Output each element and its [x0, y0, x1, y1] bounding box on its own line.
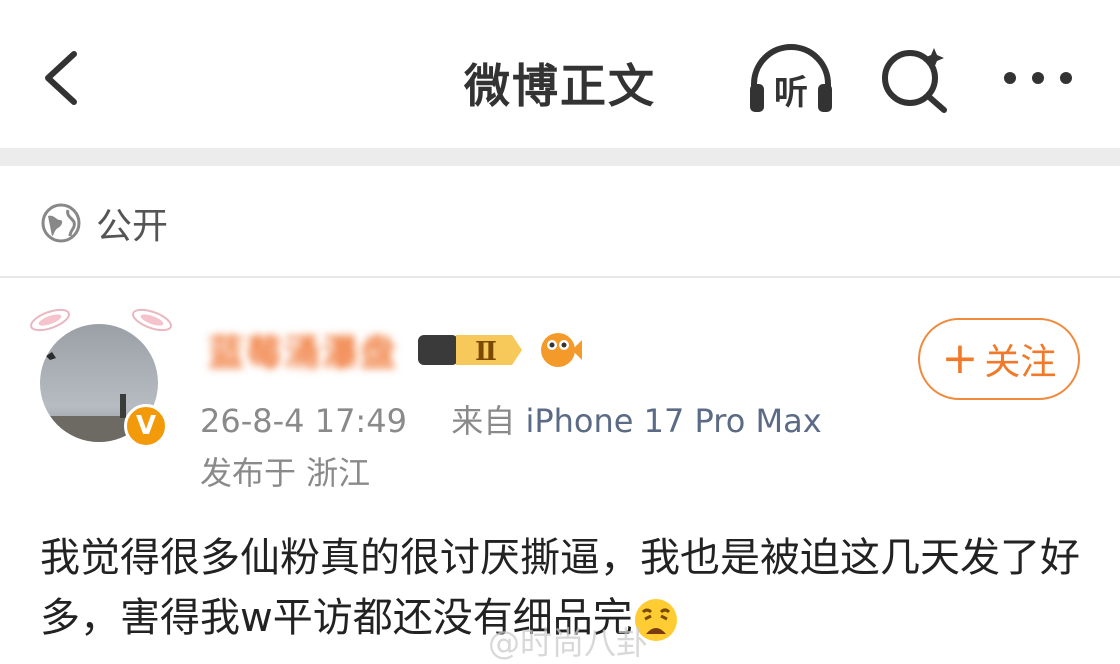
divider — [0, 276, 1120, 278]
more-icon — [1004, 72, 1072, 84]
listen-button[interactable]: 听 — [748, 44, 834, 114]
headphones-icon: 听 — [750, 44, 832, 113]
top-bar: 微博正文 听 — [0, 0, 1120, 148]
section-gap — [0, 148, 1120, 166]
listen-label: 听 — [774, 73, 808, 113]
author-name[interactable]: 蓝莓涌瀑盘 — [208, 324, 398, 376]
search-button[interactable] — [878, 44, 950, 114]
more-button[interactable] — [1000, 60, 1076, 96]
avatar[interactable]: V — [28, 302, 178, 452]
post-meta: 26-8-4 17:49 来自 iPhone 17 Pro Max — [200, 396, 822, 442]
follow-button[interactable]: + 关注 — [918, 318, 1080, 400]
page-title: 微博正文 — [464, 59, 656, 113]
visibility-label: 公开 — [96, 206, 169, 247]
verified-badge: V — [124, 404, 168, 448]
follow-label: 关注 — [984, 342, 1057, 383]
search-icon — [882, 48, 947, 113]
post-source[interactable]: iPhone 17 Pro Max — [525, 402, 821, 440]
visibility-indicator: 公开 — [40, 198, 168, 248]
plus-icon: + — [941, 333, 979, 384]
globe-icon — [41, 203, 81, 243]
author-row: 蓝莓涌瀑盘 Ⅱ — [208, 324, 583, 376]
level-badge-icon: Ⅱ — [418, 335, 523, 367]
post-time: 26-8-4 17:49 — [200, 402, 407, 440]
source-prefix: 来自 — [451, 402, 516, 440]
level-number: Ⅱ — [475, 337, 497, 367]
watermark: @时尚八卦 — [488, 624, 649, 662]
post-location: 发布于 浙江 — [200, 454, 371, 492]
fish-badge-icon — [541, 333, 583, 367]
